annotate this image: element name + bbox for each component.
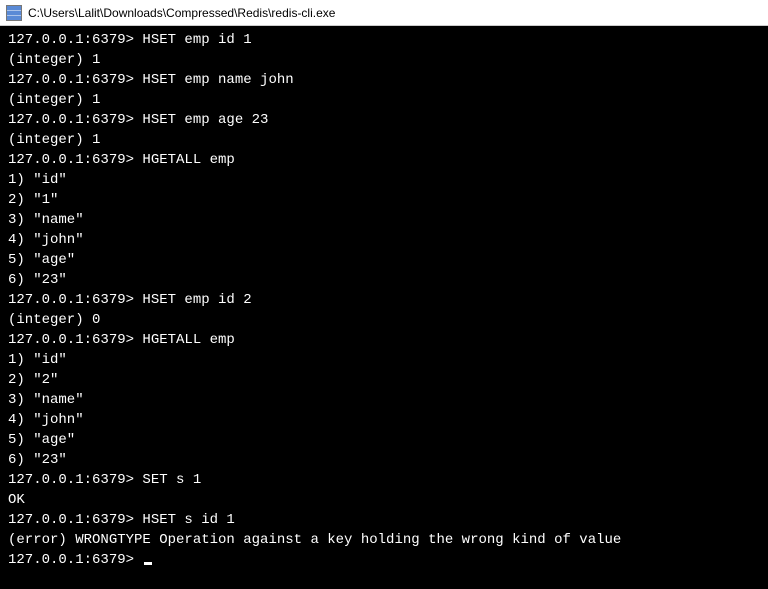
terminal-prompt-line: 127.0.0.1:6379> HSET emp name john	[8, 70, 760, 90]
terminal-output-line: (error) WRONGTYPE Operation against a ke…	[8, 530, 760, 550]
terminal-output-line: 5) "age"	[8, 430, 760, 450]
terminal-output-line: 1) "id"	[8, 170, 760, 190]
terminal-output-line: 2) "1"	[8, 190, 760, 210]
terminal-output-line: 1) "id"	[8, 350, 760, 370]
terminal-output-line: (integer) 1	[8, 90, 760, 110]
terminal-output-line: 4) "john"	[8, 410, 760, 430]
terminal-output-line: 2) "2"	[8, 370, 760, 390]
terminal-prompt-line: 127.0.0.1:6379> HSET emp age 23	[8, 110, 760, 130]
terminal-output-line: (integer) 1	[8, 50, 760, 70]
terminal-area[interactable]: 127.0.0.1:6379> HSET emp id 1(integer) 1…	[0, 26, 768, 574]
terminal-output-line: 3) "name"	[8, 390, 760, 410]
terminal-prompt-line: 127.0.0.1:6379> HGETALL emp	[8, 330, 760, 350]
terminal-prompt-line: 127.0.0.1:6379> HSET emp id 2	[8, 290, 760, 310]
app-icon	[6, 5, 22, 21]
terminal-output-line: 3) "name"	[8, 210, 760, 230]
terminal-output-line: 6) "23"	[8, 450, 760, 470]
cursor	[144, 562, 152, 565]
terminal-prompt-line: 127.0.0.1:6379> SET s 1	[8, 470, 760, 490]
window-title: C:\Users\Lalit\Downloads\Compressed\Redi…	[28, 6, 335, 20]
terminal-output-line: 5) "age"	[8, 250, 760, 270]
terminal-output-line: OK	[8, 490, 760, 510]
terminal-prompt-line: 127.0.0.1:6379>	[8, 550, 760, 570]
terminal-output-line: (integer) 1	[8, 130, 760, 150]
terminal-output-line: 4) "john"	[8, 230, 760, 250]
terminal-prompt-line: 127.0.0.1:6379> HSET s id 1	[8, 510, 760, 530]
terminal-prompt-line: 127.0.0.1:6379> HGETALL emp	[8, 150, 760, 170]
terminal-prompt-line: 127.0.0.1:6379> HSET emp id 1	[8, 30, 760, 50]
terminal-output-line: 6) "23"	[8, 270, 760, 290]
titlebar[interactable]: C:\Users\Lalit\Downloads\Compressed\Redi…	[0, 0, 768, 26]
terminal-output-line: (integer) 0	[8, 310, 760, 330]
